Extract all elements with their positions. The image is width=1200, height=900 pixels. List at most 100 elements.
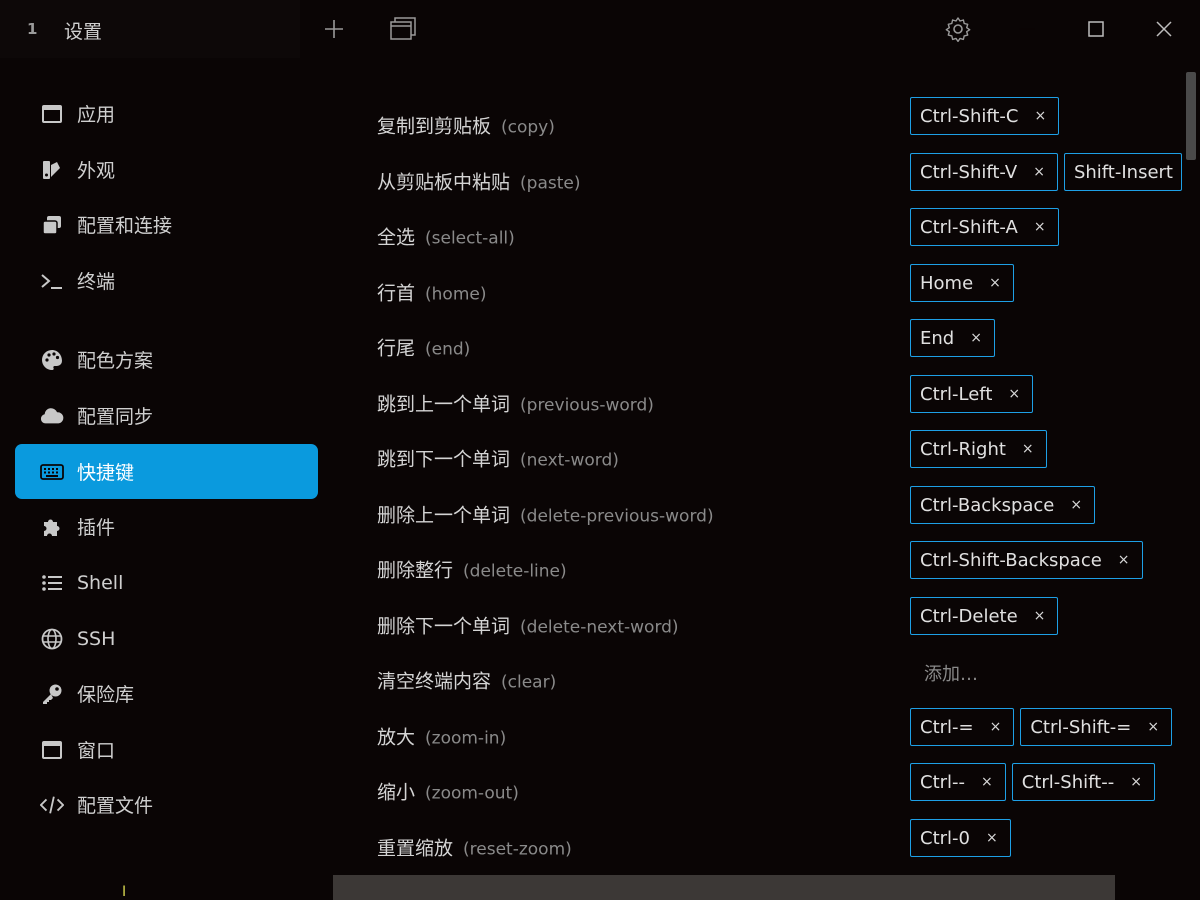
close-button[interactable] — [1144, 10, 1184, 48]
scrollbar-track[interactable] — [1186, 72, 1196, 900]
remove-hotkey-button[interactable]: × — [1130, 774, 1142, 790]
hotkey-chip[interactable]: Ctrl-- × — [910, 763, 1006, 801]
remove-hotkey-button[interactable]: × — [1035, 108, 1047, 124]
remove-hotkey-button[interactable]: × — [1070, 497, 1082, 513]
hotkey-keys: Ctrl-Delete × — [910, 597, 1059, 639]
hotkey-keys: Ctrl-Shift-C × — [910, 97, 1060, 139]
hotkey-name: 重置缩放 — [377, 837, 454, 860]
hotkey-chip-label: Ctrl-Shift-Backspace — [920, 549, 1102, 571]
sidebar-item-window[interactable]: 窗口 — [15, 722, 318, 777]
hotkey-keys: Ctrl-0 × — [910, 819, 1011, 861]
remove-hotkey-button[interactable]: × — [986, 830, 998, 846]
hotkey-chip[interactable]: Ctrl-Shift-= × — [1020, 708, 1173, 746]
remove-hotkey-button[interactable]: × — [1118, 552, 1130, 568]
hotkey-chip[interactable]: Home × — [910, 264, 1014, 302]
hotkey-row-delete-line: 删除整行 (delete-line) Ctrl-Shift-Backspace × — [333, 524, 1185, 582]
hotkey-chip-label: Ctrl-Left — [920, 383, 993, 405]
sidebar-item-hotkeys[interactable]: 快捷键 — [15, 444, 318, 499]
sidebar-item-shell[interactable]: Shell — [15, 555, 318, 610]
hotkey-id: (zoom-out) — [425, 783, 519, 804]
hotkey-chip[interactable]: Ctrl-0 × — [910, 819, 1011, 857]
keyboard-icon — [40, 460, 64, 484]
maximize-button[interactable] — [1076, 10, 1116, 48]
maximize-icon — [1088, 21, 1104, 37]
hotkey-id: (end) — [425, 339, 471, 360]
profiles-icon — [40, 213, 64, 237]
sidebar-item-label: SSH — [77, 627, 116, 650]
remove-hotkey-button[interactable]: × — [970, 330, 982, 346]
gear-icon — [945, 17, 971, 42]
hotkey-chip-label: Ctrl-Shift-A — [920, 216, 1018, 238]
sidebar-item-terminal[interactable]: 终端 — [15, 253, 318, 308]
hotkey-keys: Ctrl-Backspace × — [910, 486, 1096, 528]
hotkey-id: (clear) — [501, 672, 557, 693]
remove-hotkey-button[interactable]: × — [989, 275, 1001, 291]
hotkey-chip[interactable]: Ctrl-= × — [910, 708, 1015, 746]
sidebar-item-label: 配置同步 — [77, 406, 154, 428]
add-hotkey-button[interactable]: 添加… — [924, 660, 978, 686]
sidebar-item-plugins[interactable]: 插件 — [15, 499, 318, 554]
hotkey-chip[interactable]: Ctrl-Shift-Backspace × — [910, 541, 1143, 579]
hotkey-chip-label: Ctrl-Right — [920, 438, 1006, 460]
minimize-icon — [1019, 28, 1035, 30]
sidebar-item-color-scheme[interactable]: 配色方案 — [15, 332, 318, 387]
tab-settings[interactable]: 1 设置 — [0, 0, 300, 58]
hotkey-chip[interactable]: Ctrl-Shift-C × — [910, 97, 1060, 135]
sidebar-item-profiles[interactable]: 配置和连接 — [15, 197, 318, 252]
hotkey-chip[interactable]: Shift-Insert× — [1063, 153, 1182, 191]
hotkey-id: (copy) — [501, 117, 555, 138]
sidebar-item-config-sync[interactable]: 配置同步 — [15, 388, 318, 443]
remove-hotkey-button[interactable]: × — [1034, 219, 1046, 235]
hotkey-chip[interactable]: Ctrl-Backspace × — [910, 486, 1096, 524]
hotkey-keys: End × — [910, 319, 995, 361]
hotkey-chip[interactable]: Ctrl-Shift-V × — [910, 153, 1058, 191]
hotkey-chip[interactable]: Ctrl-Shift-- × — [1011, 763, 1155, 801]
hotkey-row-delete-previous-word: 删除上一个单词 (delete-previous-word) Ctrl-Backs… — [333, 469, 1185, 527]
hotkey-chip-label: End — [920, 327, 955, 349]
hotkey-chip-label: Ctrl-Shift-V — [920, 161, 1018, 183]
sidebar-item-label: 插件 — [77, 517, 116, 539]
remove-hotkey-button[interactable]: × — [1034, 608, 1046, 624]
sidebar-item-appearance[interactable]: 外观 — [15, 142, 318, 197]
remove-hotkey-button[interactable]: × — [981, 774, 993, 790]
hotkey-row-home: 行首 (home) Home × — [333, 247, 1185, 305]
minimize-button[interactable] — [1007, 10, 1047, 48]
hotkey-keys: Ctrl-Shift-V × Shift-Insert× — [910, 153, 1182, 195]
hotkey-chip[interactable]: Ctrl-Left × — [910, 375, 1034, 413]
window-list-button[interactable] — [383, 10, 423, 48]
remove-hotkey-button[interactable]: × — [990, 719, 1002, 735]
tab-number: 1 — [27, 20, 38, 38]
remove-hotkey-button[interactable]: × — [1022, 441, 1034, 457]
key-icon — [40, 682, 64, 706]
scrollbar-thumb[interactable] — [1186, 72, 1196, 160]
terminal-icon — [40, 269, 64, 293]
hotkey-chip[interactable]: Ctrl-Delete × — [910, 597, 1059, 635]
sidebar-item-label: 快捷键 — [77, 462, 135, 484]
new-tab-button[interactable] — [314, 10, 354, 48]
sidebar-item-application[interactable]: 应用 — [15, 86, 318, 141]
sidebar-item-vault[interactable]: 保险库 — [15, 666, 318, 721]
hotkey-chip[interactable]: Ctrl-Right × — [910, 430, 1047, 468]
cloud-icon — [40, 404, 64, 428]
settings-sidebar: 应用 外观 配置和连接 终端 配色方案 配置同步 快捷键 插件 Shell SS… — [0, 58, 333, 900]
settings-button[interactable] — [938, 10, 978, 48]
hotkey-row-zoom-out: 缩小 (zoom-out) Ctrl-- × Ctrl-Shift-- × — [333, 746, 1185, 804]
hotkey-keys: Ctrl-Shift-A × — [910, 208, 1059, 250]
hotkey-keys: Ctrl-Shift-Backspace × — [910, 541, 1143, 583]
hotkey-keys: Ctrl-Right × — [910, 430, 1047, 472]
sidebar-item-ssh[interactable]: SSH — [15, 611, 318, 666]
remove-hotkey-button[interactable]: × — [1033, 164, 1045, 180]
hotkey-id: (select-all) — [425, 228, 515, 249]
hotkey-chip[interactable]: End × — [910, 319, 995, 357]
hotkey-chip-label: Shift-Insert — [1073, 161, 1173, 183]
hotkey-chip[interactable]: Ctrl-Shift-A × — [910, 208, 1059, 246]
hotkey-name: 缩小 — [377, 781, 416, 804]
tab-title: 设置 — [64, 21, 103, 43]
remove-hotkey-button[interactable]: × — [1147, 719, 1159, 735]
remove-hotkey-button[interactable]: × — [1008, 386, 1020, 402]
hotkey-chip-label: Ctrl-Shift-- — [1021, 771, 1115, 793]
sidebar-item-config-file[interactable]: 配置文件 — [15, 777, 318, 832]
sidebar-item-label: 窗口 — [77, 740, 116, 762]
palette-icon — [40, 348, 64, 372]
sidebar-item-label: 外观 — [77, 160, 116, 182]
